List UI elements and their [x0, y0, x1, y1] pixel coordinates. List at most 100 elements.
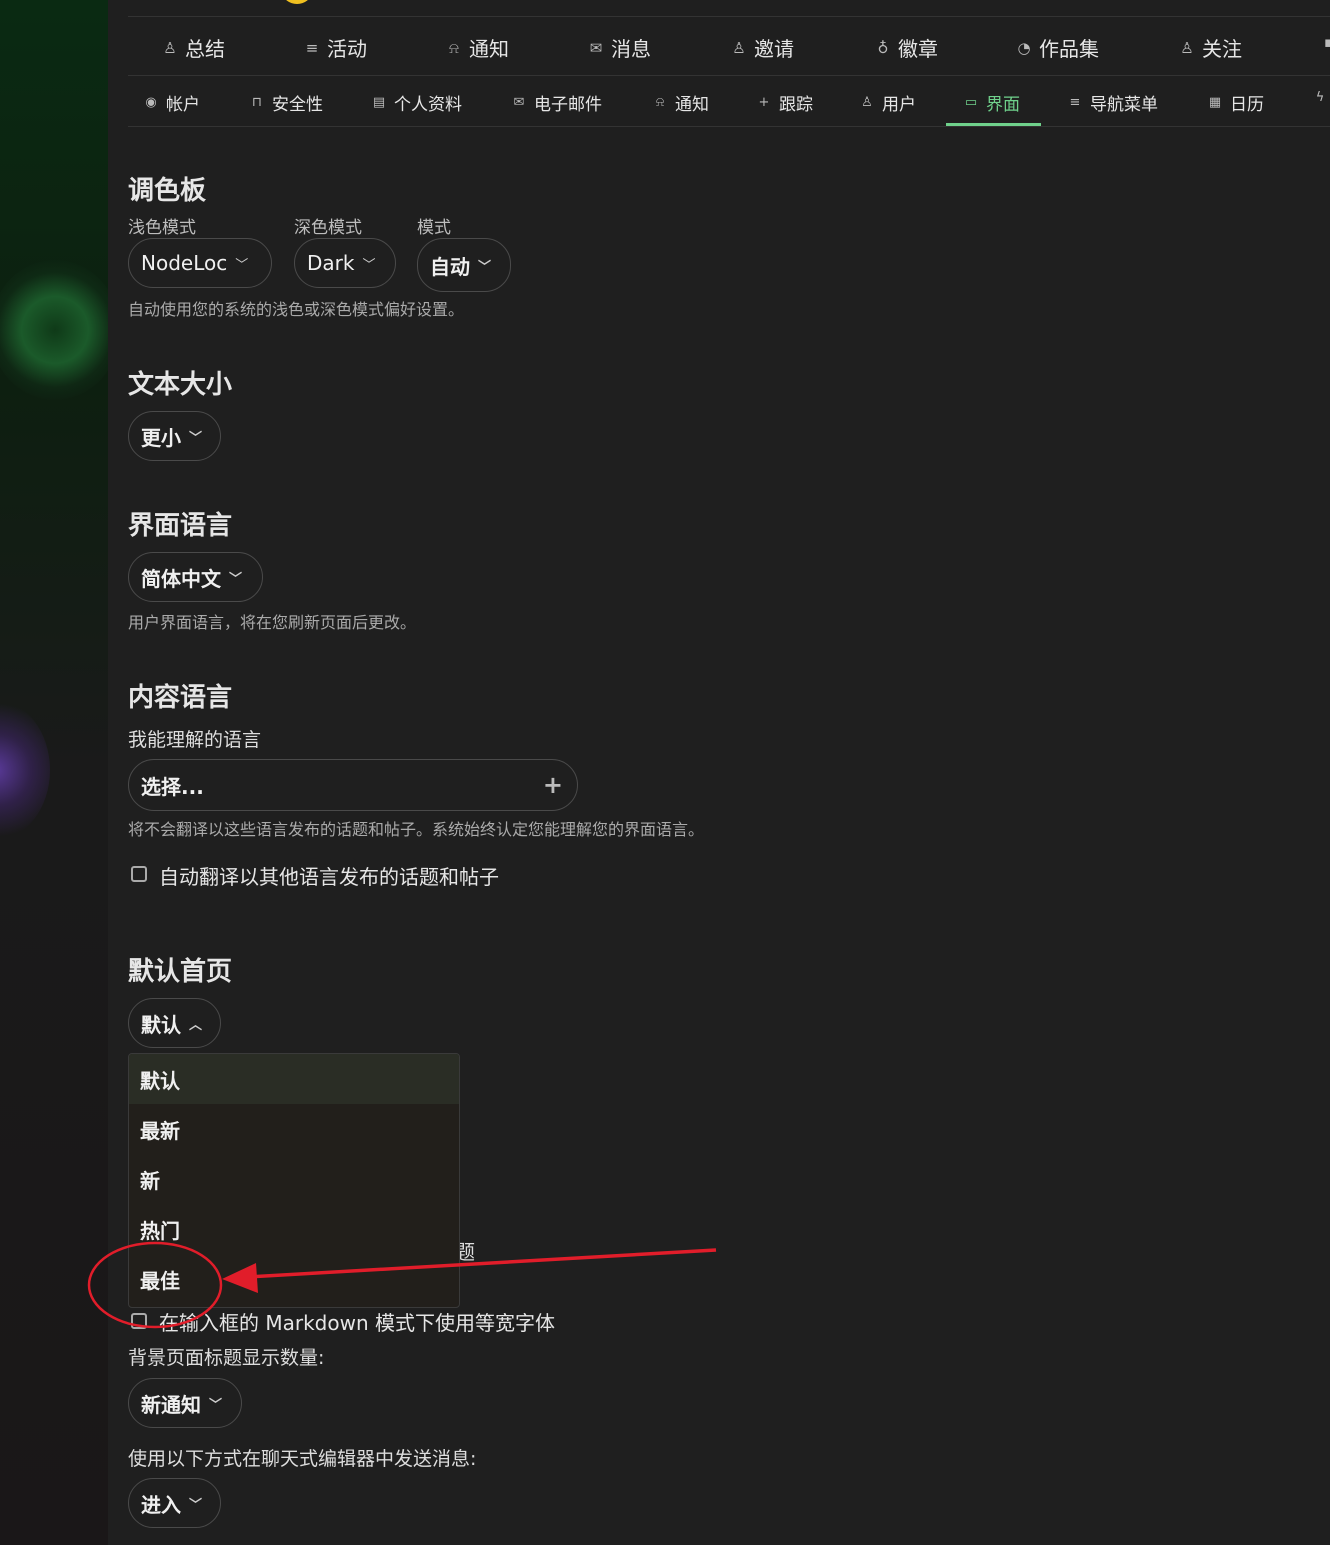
tab-security[interactable]: ⊓ 安全性: [248, 90, 323, 115]
content-language-label: 我能理解的语言: [128, 729, 262, 751]
tab-label: 通知: [469, 37, 509, 61]
tab-label: 日历: [1230, 95, 1264, 115]
tab-badges[interactable]: ♁ 徽章: [874, 33, 939, 62]
dropdown-option-hot[interactable]: 热门: [129, 1204, 459, 1254]
users-icon: ♙: [1180, 38, 1194, 57]
ui-language-select[interactable]: 简体中文 ﹀: [128, 552, 263, 602]
tab-messages[interactable]: ✉ 消息: [587, 33, 651, 62]
tab-label: 作品集: [1039, 37, 1099, 61]
user-icon: ♙: [163, 38, 177, 57]
mail-icon: ✉: [589, 38, 603, 57]
active-tab-indicator: [946, 123, 1041, 126]
mail-icon: ✉: [513, 95, 525, 110]
tab-following[interactable]: ♙ 关注: [1178, 33, 1242, 62]
select-value: 简体中文: [141, 566, 221, 591]
mode-label: 模式: [417, 218, 451, 238]
select-value: 进入: [141, 1492, 181, 1517]
plus-icon: +: [542, 771, 563, 799]
section-title-ui-language: 界面语言: [128, 511, 233, 541]
avatar[interactable]: [283, 0, 311, 4]
tab-account[interactable]: ◉ 帐户: [142, 90, 200, 115]
tab-notifications[interactable]: ⍾ 通知: [445, 33, 509, 62]
bell-icon: ⍾: [449, 38, 459, 57]
preferences-main: ♙ 总结 ≡ 活动 ⍾ 通知 ✉ 消息 ♙ 邀请 ♁ 徽章 ◔ 作品集 ♙ 关注 ▪ ◉ 帐户 ⊓…: [108, 0, 1330, 1545]
badge-icon: ♁: [877, 38, 889, 57]
tab-interface[interactable]: ▭ 界面: [962, 90, 1020, 115]
select-value: 自动: [430, 254, 470, 279]
tab-label: 个人资料: [394, 95, 462, 115]
tab-label: 总结: [185, 37, 225, 61]
tab-label: 活动: [327, 37, 367, 61]
tab-activity[interactable]: ≡ 活动: [303, 33, 367, 62]
chevron-down-icon: ﹀: [362, 257, 376, 273]
tab-label: 电子邮件: [534, 95, 602, 115]
chevron-down-icon: ﹀: [189, 1497, 203, 1513]
user-circle-icon: ◉: [145, 95, 157, 110]
chevron-down-icon: ﹀: [229, 571, 243, 587]
bg-title-count-label: 背景页面标题显示数量:: [128, 1347, 325, 1369]
auto-translate-label: 自动翻译以其他语言发布的话题和帖子: [159, 865, 499, 889]
multiselect-placeholder: 选择...: [141, 774, 204, 799]
left-background: [0, 0, 108, 1545]
tab-label: 跟踪: [779, 95, 813, 115]
chevron-up-icon: ︿: [189, 1017, 203, 1033]
more-icon[interactable]: ▪: [1320, 33, 1330, 51]
tab-portfolio[interactable]: ◔ 作品集: [1015, 33, 1099, 62]
color-mode-select[interactable]: 自动 ﹀: [417, 238, 511, 292]
menu-icon: ≡: [1069, 95, 1081, 110]
monospace-label: 在输入框的 Markdown 模式下使用等宽字体: [159, 1311, 555, 1335]
tab-summary[interactable]: ♙ 总结: [161, 33, 225, 62]
dark-mode-label: 深色模式: [294, 218, 362, 238]
chevron-down-icon: ﹀: [478, 259, 492, 275]
lock-icon: ⊓: [251, 95, 263, 110]
content-language-multiselect[interactable]: 选择... +: [128, 759, 578, 811]
select-value: Dark: [307, 251, 355, 275]
dark-theme-select[interactable]: Dark ﹀: [294, 238, 396, 288]
dropdown-option-new[interactable]: 新: [129, 1154, 459, 1204]
dropdown-option-top[interactable]: 最佳: [129, 1254, 459, 1304]
plus-icon: +: [758, 95, 770, 110]
tab-nav-menu[interactable]: ≡ 导航菜单: [1066, 90, 1158, 115]
tab-label: 邀请: [754, 37, 794, 61]
monospace-checkbox[interactable]: [131, 1313, 147, 1329]
users-icon: ♙: [861, 95, 873, 110]
preferences-nav: ◉ 帐户 ⊓ 安全性 ▤ 个人资料 ✉ 电子邮件 ⍾ 通知 + 跟踪 ♙ 用户 ▭ 界面 ≡ 导航…: [128, 76, 1330, 127]
chat-send-select[interactable]: 进入 ﹀: [128, 1478, 221, 1528]
auto-translate-checkbox[interactable]: [131, 866, 147, 882]
select-value: 更小: [141, 425, 181, 450]
default-home-select[interactable]: 默认 ︿: [128, 998, 221, 1048]
chat-send-label: 使用以下方式在聊天式编辑器中发送消息:: [128, 1448, 477, 1470]
tab-notifications-pref[interactable]: ⍾ 通知: [651, 90, 709, 115]
tab-tracking[interactable]: + 跟踪: [755, 90, 813, 115]
tab-label: 关注: [1202, 37, 1242, 61]
monitor-icon: ▭: [964, 95, 978, 110]
tab-label: 消息: [611, 37, 651, 61]
tab-profile[interactable]: ▤ 个人资料: [370, 90, 462, 115]
tab-email[interactable]: ✉ 电子邮件: [510, 90, 602, 115]
text-size-select[interactable]: 更小 ﹀: [128, 411, 221, 461]
palette-help: 自动使用您的系统的浅色或深色模式偏好设置。: [128, 300, 465, 319]
section-title-default-home: 默认首页: [128, 957, 233, 987]
content-language-help: 将不会翻译以这些语言发布的话题和帖子。系统始终认定您能理解您的界面语言。: [128, 820, 705, 839]
tab-invites[interactable]: ♙ 邀请: [730, 33, 794, 62]
select-value: NodeLoc: [141, 251, 228, 275]
tab-label: 安全性: [272, 95, 323, 115]
tab-label: 导航菜单: [1090, 95, 1158, 115]
bg-title-count-select[interactable]: 新通知 ﹀: [128, 1378, 242, 1428]
light-theme-select[interactable]: NodeLoc ﹀: [128, 238, 272, 288]
light-mode-label: 浅色模式: [128, 218, 196, 238]
tab-label: 徽章: [898, 37, 938, 61]
purple-glow: [0, 700, 50, 840]
chevron-down-icon: ﹀: [235, 257, 249, 273]
dropdown-option-latest[interactable]: 最新: [129, 1104, 459, 1154]
dropdown-option-default[interactable]: 默认: [129, 1054, 459, 1104]
more-tabs[interactable]: ϟ: [1311, 90, 1329, 105]
tab-users[interactable]: ♙ 用户: [858, 90, 916, 115]
divider: [128, 16, 1330, 17]
overflow-icon: ▪: [1323, 33, 1330, 51]
bolt-icon: ϟ: [1315, 90, 1325, 105]
user-plus-icon: ♙: [732, 38, 746, 57]
section-title-content-language: 内容语言: [128, 683, 233, 713]
section-title-text-size: 文本大小: [128, 370, 233, 400]
tab-calendar[interactable]: ▦ 日历: [1206, 90, 1264, 115]
